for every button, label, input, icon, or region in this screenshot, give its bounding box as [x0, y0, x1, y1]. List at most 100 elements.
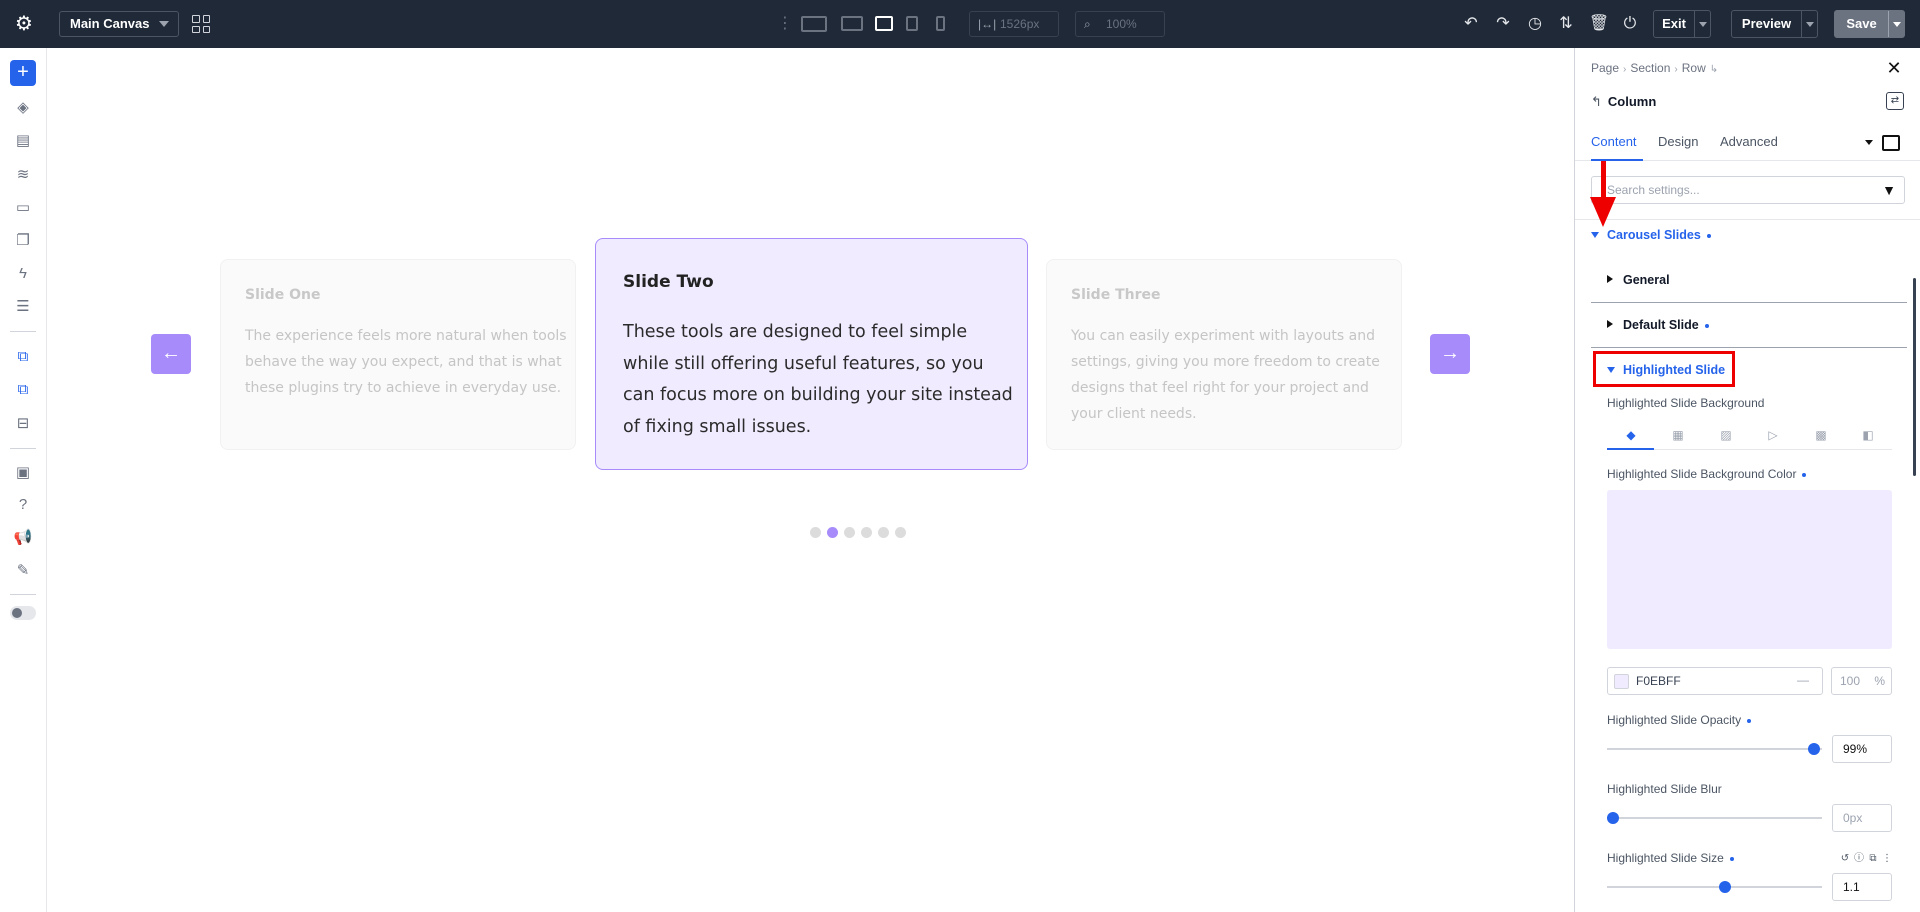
- preview-button[interactable]: Preview: [1731, 10, 1818, 38]
- breadcrumb-row[interactable]: Row: [1682, 61, 1706, 75]
- close-icon[interactable]: ✕: [1884, 58, 1904, 78]
- megaphone-icon[interactable]: 📢: [12, 527, 34, 549]
- panel-scrollbar[interactable]: [1913, 278, 1916, 476]
- tab-design[interactable]: Design: [1658, 134, 1698, 149]
- templates-icon[interactable]: ▣: [12, 462, 34, 484]
- module-title: ↰ Column: [1591, 94, 1656, 110]
- canvas-width-value: 1526px: [1000, 17, 1040, 31]
- chevron-down-icon[interactable]: [1806, 22, 1814, 27]
- carousel-slide-one[interactable]: Slide One The experience feels more natu…: [220, 259, 576, 450]
- carousel-slide-two[interactable]: Slide Two These tools are designed to fe…: [595, 238, 1028, 470]
- slider-handle[interactable]: [1718, 881, 1731, 893]
- copy-icon[interactable]: ⧉: [1867, 853, 1879, 865]
- tab-content[interactable]: Content: [1591, 134, 1637, 149]
- blur-slider[interactable]: [1607, 812, 1822, 824]
- breadcrumb-page[interactable]: Page: [1591, 61, 1619, 75]
- undo-icon[interactable]: ↶: [1460, 13, 1482, 35]
- lightning-icon[interactable]: ϟ: [12, 263, 34, 285]
- hex-color-input[interactable]: F0EBFF —: [1607, 667, 1823, 695]
- reset-icon[interactable]: ↺: [1839, 853, 1851, 865]
- more-vertical-icon[interactable]: ⋮: [777, 14, 793, 34]
- chevron-down-icon[interactable]: [1893, 22, 1901, 27]
- size-input[interactable]: 1.1: [1832, 873, 1892, 901]
- subgroup-highlighted-slide[interactable]: Highlighted Slide: [1607, 363, 1725, 377]
- search-settings-input[interactable]: Search settings... ▼: [1591, 176, 1905, 204]
- tablet-icon[interactable]: [906, 16, 918, 31]
- info-icon[interactable]: ⓘ: [1853, 853, 1865, 865]
- video-icon[interactable]: ▷: [1765, 427, 1781, 443]
- tab-advanced[interactable]: Advanced: [1720, 134, 1778, 149]
- gear-icon[interactable]: ⚙: [12, 12, 36, 36]
- layers-icon[interactable]: ◈: [12, 97, 34, 119]
- filter-icon[interactable]: ▼: [1882, 182, 1896, 198]
- wide-desktop-icon[interactable]: [801, 16, 827, 32]
- mode-toggle[interactable]: [10, 606, 36, 620]
- alpha-input[interactable]: 100 %: [1831, 667, 1892, 695]
- carousel-dot[interactable]: [861, 527, 872, 538]
- pages-icon[interactable]: ❐: [12, 230, 34, 252]
- settings-panel: Page › Section › Row ↳ ✕ ↰ Column ⇄ Content De…: [1574, 48, 1920, 912]
- slider-handle[interactable]: [1807, 743, 1820, 755]
- slider-handle[interactable]: [1607, 812, 1619, 824]
- blur-input[interactable]: 0px: [1832, 804, 1892, 832]
- redo-icon[interactable]: ↷: [1492, 13, 1514, 35]
- carousel-prev-button[interactable]: ←: [151, 334, 191, 374]
- form-icon[interactable]: ▭: [12, 197, 34, 219]
- carousel-dot[interactable]: [895, 527, 906, 538]
- sort-icon[interactable]: ⇅: [1555, 13, 1577, 35]
- opacity-slider[interactable]: [1607, 743, 1822, 755]
- trash-icon[interactable]: 🗑: [1588, 13, 1610, 35]
- pattern-icon[interactable]: ▩: [1813, 427, 1829, 443]
- canvas-width-field[interactable]: |↔| 1526px: [969, 11, 1059, 37]
- opacity-input[interactable]: 99%: [1832, 735, 1892, 763]
- carousel-next-button[interactable]: →: [1430, 334, 1470, 374]
- zoom-field[interactable]: ⌕ 100%: [1075, 11, 1165, 37]
- back-icon[interactable]: ↰: [1591, 94, 1602, 109]
- plugin-icon-2[interactable]: ⧉: [12, 379, 34, 401]
- subgroup-general[interactable]: General: [1607, 273, 1670, 287]
- mask-icon[interactable]: ◧: [1860, 427, 1876, 443]
- chevron-down-icon[interactable]: [1865, 140, 1873, 145]
- desktop-icon[interactable]: [841, 16, 863, 31]
- carousel-dot[interactable]: [810, 527, 821, 538]
- hex-value: F0EBFF: [1636, 674, 1681, 688]
- carousel-dot[interactable]: [878, 527, 889, 538]
- exit-button[interactable]: Exit: [1653, 10, 1711, 38]
- color-preview[interactable]: [1607, 490, 1892, 649]
- help-icon[interactable]: ?: [12, 494, 34, 516]
- add-module-button[interactable]: +: [10, 60, 36, 86]
- breadcrumb-section[interactable]: Section: [1630, 61, 1670, 75]
- subgroup-default-slide[interactable]: Default Slide: [1607, 318, 1709, 332]
- gradient-icon[interactable]: ▦: [1670, 427, 1686, 443]
- carousel-dot[interactable]: [844, 527, 855, 538]
- group-carousel-slides[interactable]: Carousel Slides: [1591, 228, 1711, 242]
- color-swatch[interactable]: [1614, 674, 1629, 689]
- layout-settings-icon[interactable]: ⊟: [12, 413, 34, 435]
- laptop-icon[interactable]: [875, 16, 893, 31]
- sliders-icon[interactable]: ☰: [12, 296, 34, 318]
- square-icon[interactable]: [1882, 135, 1900, 151]
- paint-bucket-icon[interactable]: ◆: [1623, 427, 1639, 443]
- save-button[interactable]: Save: [1834, 10, 1905, 38]
- size-slider[interactable]: [1607, 881, 1822, 893]
- edit-icon[interactable]: ✎: [12, 560, 34, 582]
- phone-icon[interactable]: [936, 16, 945, 31]
- more-vertical-icon[interactable]: ⋮: [1881, 853, 1893, 865]
- database-icon[interactable]: ≋: [12, 164, 34, 186]
- carousel-dot-active[interactable]: [827, 527, 838, 538]
- plugin-icon-1[interactable]: ⧉: [12, 346, 34, 368]
- module-name: Column: [1607, 94, 1657, 109]
- library-icon[interactable]: ▤: [12, 130, 34, 152]
- power-icon[interactable]: ⏻: [1619, 13, 1641, 35]
- module-settings-icon[interactable]: ⇄: [1886, 92, 1904, 110]
- blur-label: Highlighted Slide Blur: [1607, 782, 1722, 796]
- main-canvas: ← Slide One The experience feels more na…: [48, 48, 1574, 912]
- history-icon[interactable]: ◷: [1524, 13, 1546, 35]
- chevron-down-icon[interactable]: [1699, 22, 1707, 27]
- image-icon[interactable]: ▨: [1718, 427, 1734, 443]
- canvas-select[interactable]: Main Canvas: [59, 11, 179, 37]
- slide-body: You can easily experiment with layouts a…: [1071, 328, 1380, 422]
- carousel-slide-three[interactable]: Slide Three You can easily experiment wi…: [1046, 259, 1402, 450]
- width-icon: |↔|: [978, 17, 997, 31]
- grid-icon[interactable]: [192, 15, 210, 33]
